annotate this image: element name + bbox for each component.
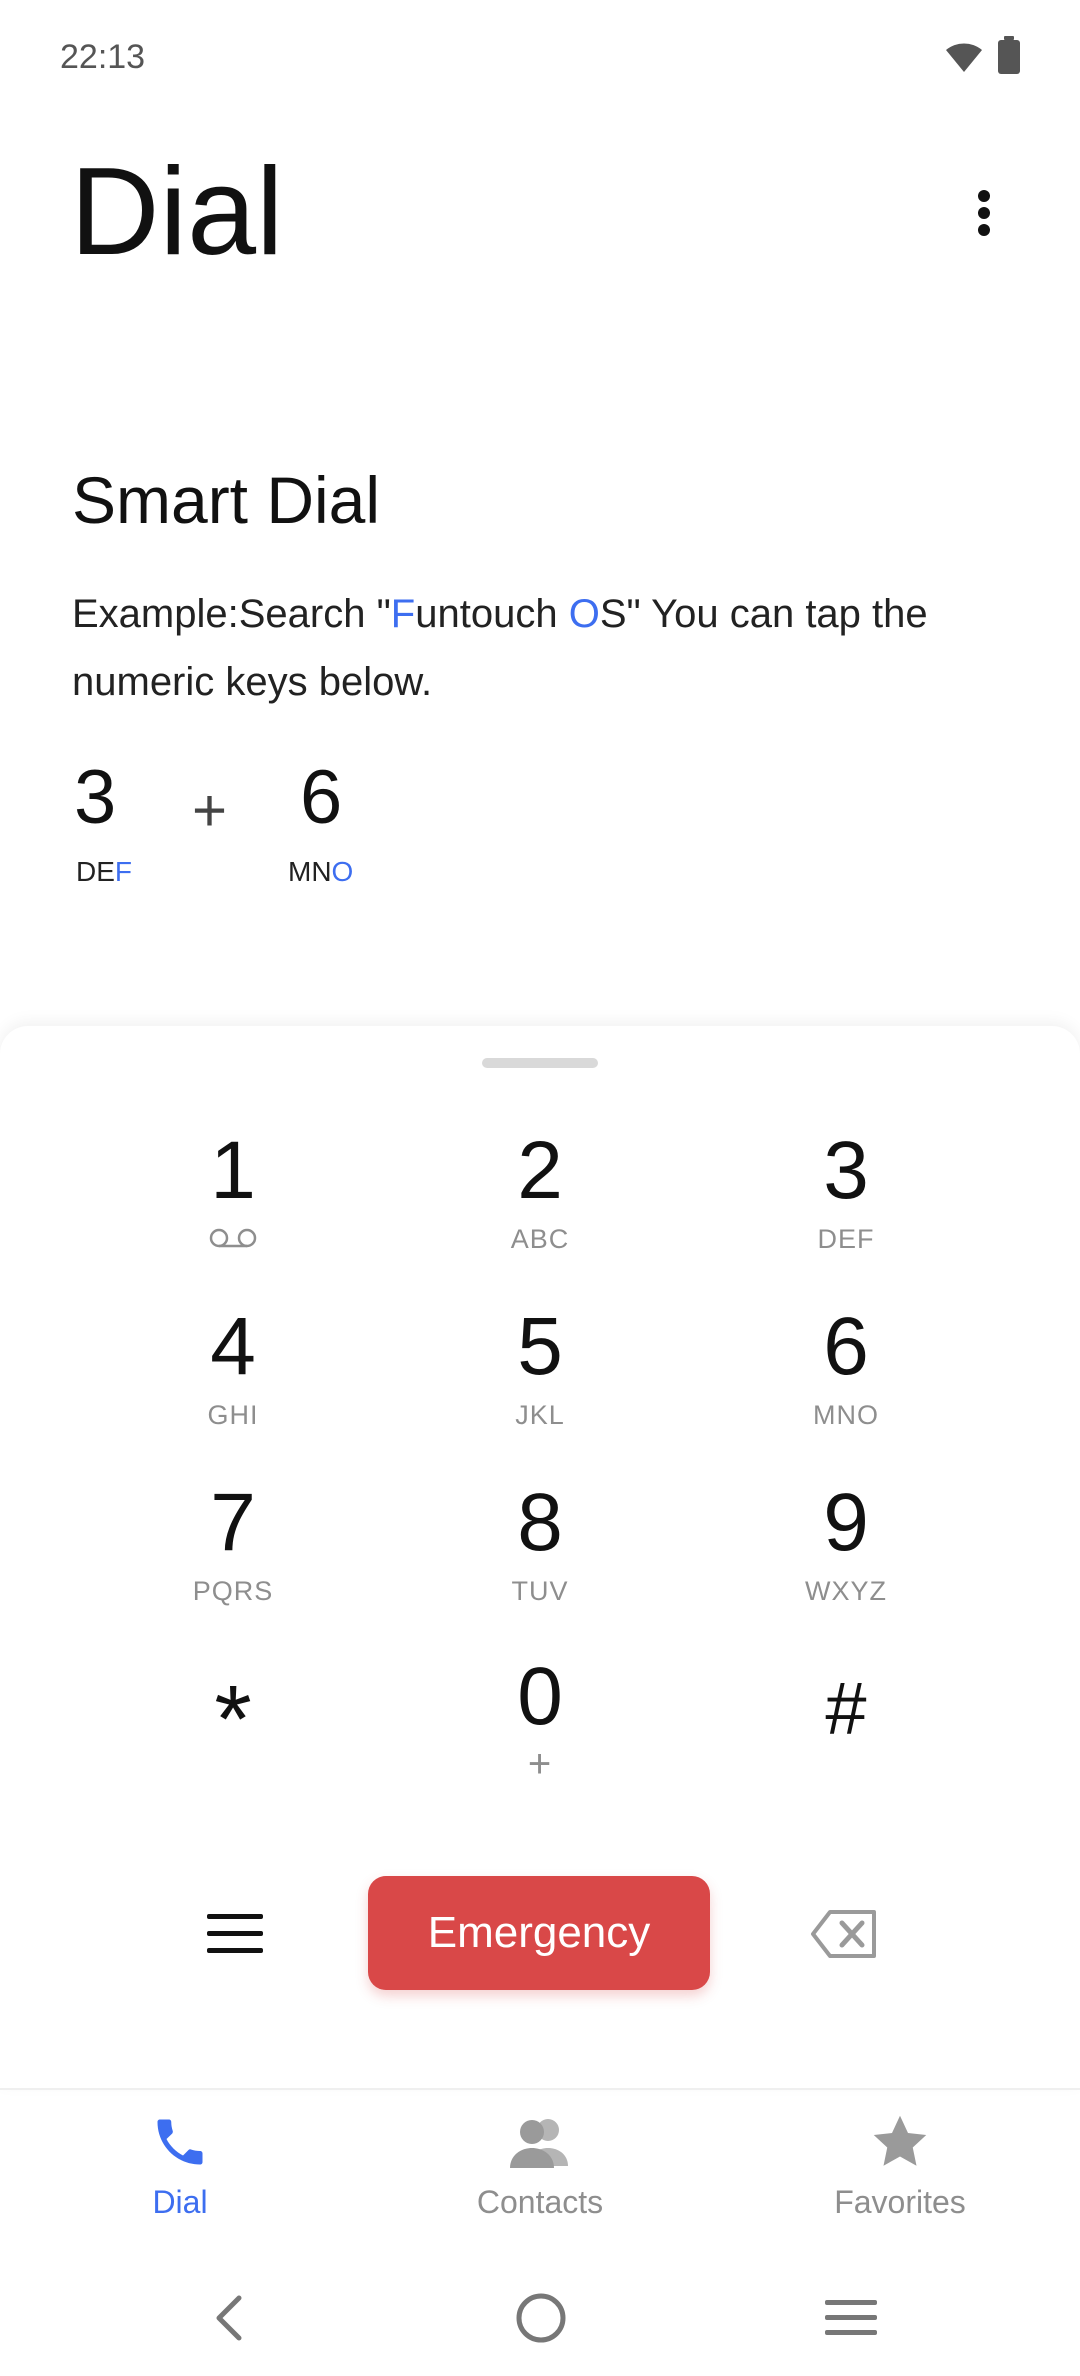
nav-label: Favorites: [834, 2184, 966, 2220]
key-0[interactable]: 0 +: [420, 1650, 660, 1810]
key-digit: *: [214, 1666, 252, 1773]
key-digit: 4: [210, 1301, 256, 1392]
drag-handle[interactable]: [482, 1058, 598, 1068]
key-digit: 7: [210, 1477, 256, 1568]
key-digit: 0: [517, 1651, 563, 1742]
page-title: Dial: [70, 143, 284, 281]
voicemail-icon: [209, 1228, 257, 1248]
nav-dial[interactable]: Dial: [50, 2112, 310, 2242]
emergency-button[interactable]: Emergency: [368, 1876, 710, 1990]
desc-highlight: F: [390, 592, 416, 636]
key-7[interactable]: 7 PQRS: [113, 1476, 353, 1636]
key-hash[interactable]: #: [726, 1666, 966, 1826]
key-digit: 9: [823, 1477, 869, 1568]
example-digit: 3: [74, 755, 117, 840]
more-vert-icon: [978, 190, 990, 236]
key-5[interactable]: 5 JKL: [420, 1300, 660, 1460]
key-digit: 3: [823, 1125, 869, 1216]
system-back-button[interactable]: [184, 2278, 274, 2358]
key-8[interactable]: 8 TUV: [420, 1476, 660, 1636]
key-digit: 1: [210, 1125, 256, 1216]
key-letters: JKL: [515, 1400, 565, 1430]
nav-label: Contacts: [476, 2184, 604, 2220]
key-2[interactable]: 2 ABC: [420, 1124, 660, 1284]
recents-icon: [825, 2300, 877, 2335]
desc-highlight: O: [568, 592, 600, 636]
example-letters: MNO: [288, 856, 353, 888]
home-icon: [516, 2293, 566, 2343]
nav-favorites[interactable]: Favorites: [770, 2112, 1030, 2242]
wifi-icon: [944, 38, 984, 74]
desc-part: untouch: [415, 592, 569, 636]
example-letters-plain: MN: [288, 856, 332, 887]
nav-divider: [0, 2088, 1080, 2090]
back-icon: [216, 2295, 242, 2341]
phone-icon: [157, 2119, 203, 2165]
example-plus: +: [192, 777, 228, 844]
example-digit: 6: [300, 755, 343, 840]
more-options-button[interactable]: [958, 178, 1010, 248]
system-recents-button[interactable]: [806, 2278, 896, 2358]
key-digit: 5: [517, 1301, 563, 1392]
smart-dial-description: Example:Search "Funtouch OS" You can tap…: [72, 580, 1032, 716]
key-digit: 8: [517, 1477, 563, 1568]
contacts-icon: [510, 2119, 568, 2168]
key-6[interactable]: 6 MNO: [726, 1300, 966, 1460]
backspace-icon: [811, 1910, 876, 1958]
key-letters: +: [527, 1742, 553, 1786]
status-time: 22:13: [60, 38, 146, 76]
key-9[interactable]: 9 WXYZ: [726, 1476, 966, 1636]
key-letters: GHI: [207, 1400, 259, 1430]
key-letters: WXYZ: [805, 1576, 887, 1606]
desc-part: Example:Search ": [72, 592, 391, 636]
key-star[interactable]: *: [113, 1666, 353, 1826]
key-digit: 6: [823, 1301, 869, 1392]
smart-dial-title: Smart Dial: [72, 463, 381, 537]
key-letters: DEF: [817, 1224, 875, 1254]
example-letters: DEF: [76, 856, 132, 888]
star-icon: [873, 2115, 927, 2166]
battery-icon: [996, 36, 1022, 76]
key-letters: TUV: [511, 1576, 569, 1606]
key-letters: ABC: [510, 1224, 570, 1254]
hamburger-icon: [207, 1914, 263, 1953]
key-1[interactable]: 1: [113, 1124, 353, 1284]
example-letters-plain: DE: [76, 856, 115, 887]
nav-label: Dial: [152, 2184, 208, 2220]
system-home-button[interactable]: [496, 2278, 586, 2358]
key-3[interactable]: 3 DEF: [726, 1124, 966, 1284]
key-letters: PQRS: [192, 1576, 274, 1606]
key-4[interactable]: 4 GHI: [113, 1300, 353, 1460]
example-letters-highlight: O: [331, 856, 354, 887]
backspace-button[interactable]: [808, 1906, 880, 1962]
key-digit: #: [825, 1667, 867, 1750]
key-digit: 2: [517, 1125, 563, 1216]
nav-contacts[interactable]: Contacts: [410, 2112, 670, 2242]
example-letters-highlight: F: [114, 856, 133, 887]
menu-button[interactable]: [200, 1904, 270, 1964]
key-letters: MNO: [813, 1400, 879, 1430]
dialer-screen: 22:13 Dial Smart Dial Example:Search "Fu…: [0, 0, 1080, 2376]
